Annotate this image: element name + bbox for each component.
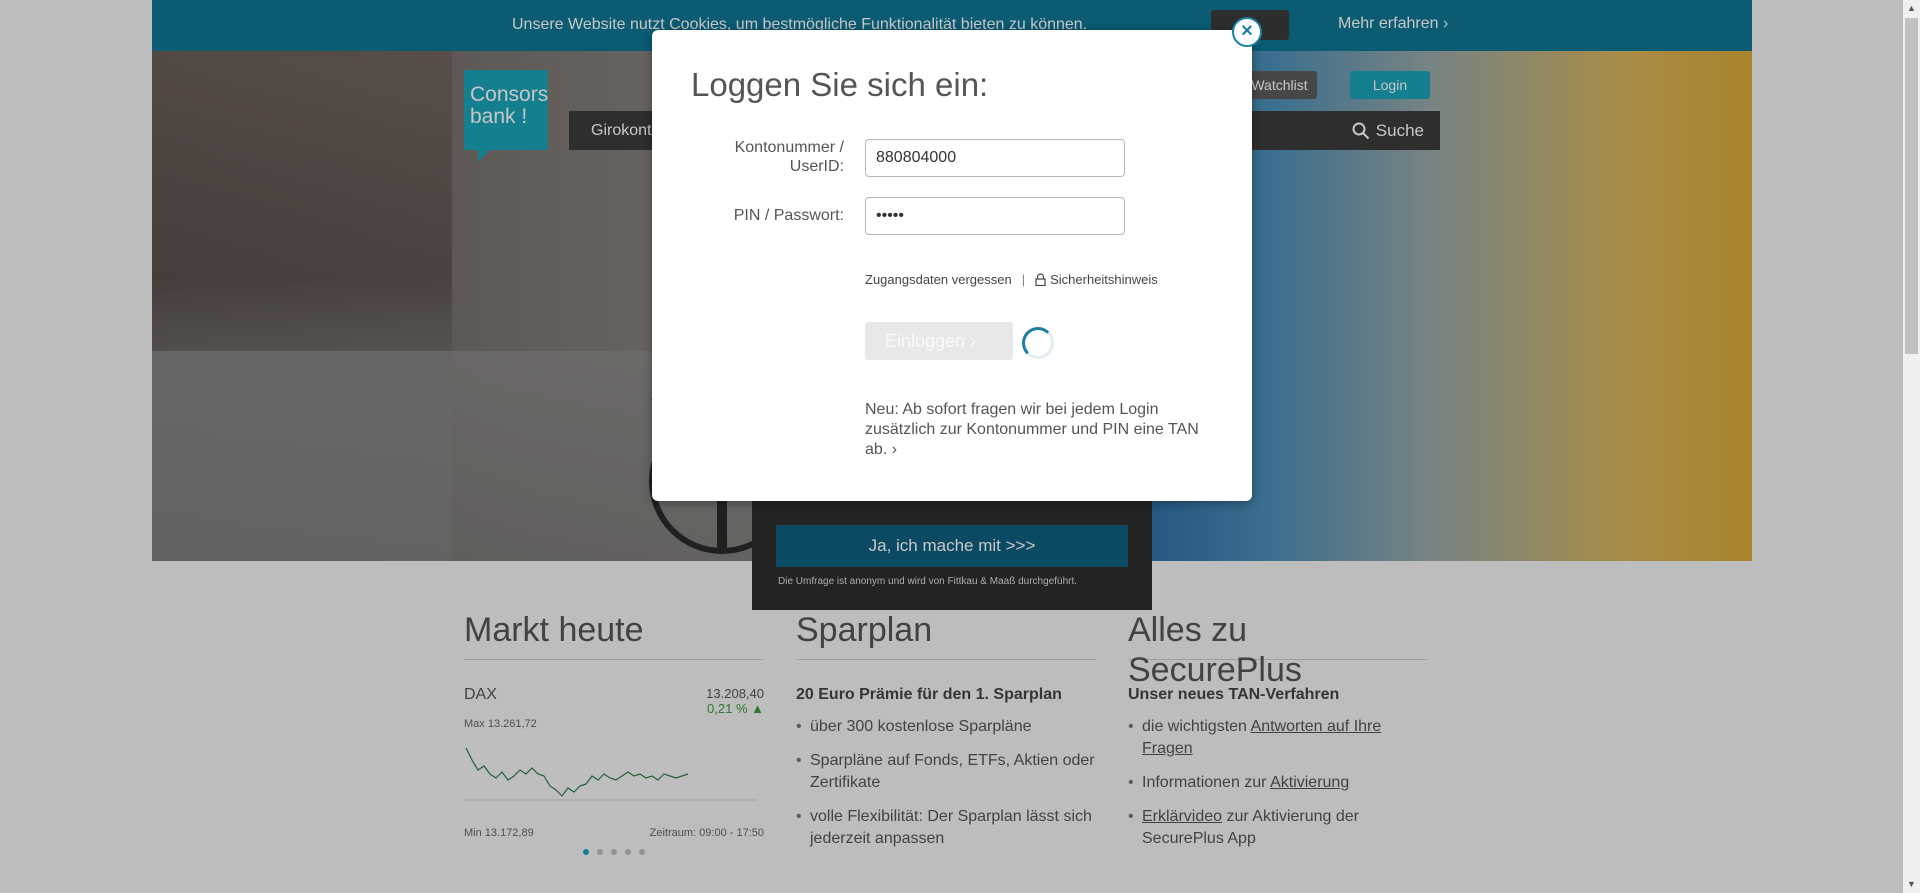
login-links: Zugangsdaten vergessen | Sicherheitshinw…: [865, 272, 1158, 287]
pin-input[interactable]: [865, 197, 1125, 235]
login-modal: Loggen Sie sich ein: Kontonummer / UserI…: [652, 30, 1252, 501]
forgot-credentials-link[interactable]: Zugangsdaten vergessen: [865, 272, 1012, 287]
account-label-line2: UserID:: [789, 158, 844, 175]
modal-title: Loggen Sie sich ein:: [691, 66, 989, 103]
einloggen-label: Einloggen: [885, 331, 966, 351]
page-scrollbar[interactable]: ▲ ▼: [1903, 0, 1920, 893]
lock-icon: [1035, 273, 1046, 286]
account-label: Kontonummer / UserID:: [664, 138, 844, 176]
security-notice-label: Sicherheitshinweis: [1050, 272, 1158, 287]
chevron-right-icon: ›: [891, 441, 898, 458]
einloggen-button[interactable]: Einloggen ›: [865, 322, 1013, 360]
tan-notice-text: Neu: Ab sofort fragen wir bei jedem Logi…: [865, 401, 1199, 458]
close-icon[interactable]: ×: [1232, 17, 1262, 47]
chevron-right-icon: ›: [970, 331, 977, 351]
pin-label: PIN / Passwort:: [733, 207, 844, 224]
scroll-up-arrow-icon[interactable]: ▲: [1903, 0, 1920, 17]
security-notice-link[interactable]: Sicherheitshinweis: [1035, 272, 1158, 287]
scroll-thumb[interactable]: [1905, 18, 1918, 354]
account-label-line1: Kontonummer /: [734, 139, 844, 156]
loading-spinner-icon: [1022, 327, 1054, 359]
account-input[interactable]: [865, 139, 1125, 177]
scroll-down-arrow-icon[interactable]: ▼: [1903, 876, 1920, 893]
tan-notice[interactable]: Neu: Ab sofort fragen wir bei jedem Logi…: [865, 400, 1205, 460]
link-separator: |: [1021, 272, 1026, 287]
